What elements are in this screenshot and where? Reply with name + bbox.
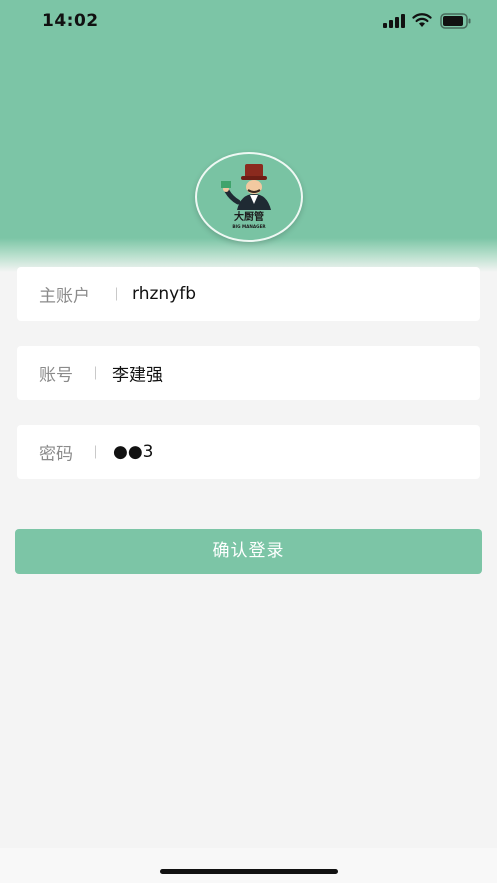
field-divider bbox=[116, 287, 117, 301]
app-logo: 大厨管 BIG MANAGER bbox=[195, 152, 303, 242]
field-divider bbox=[95, 445, 96, 459]
account-input[interactable]: 李建强 bbox=[112, 361, 163, 386]
home-indicator[interactable] bbox=[160, 869, 338, 874]
account-field[interactable]: 账号 李建强 bbox=[17, 346, 480, 400]
field-divider bbox=[95, 366, 96, 380]
main-account-field[interactable]: 主账户 rhznyfb bbox=[17, 267, 480, 321]
battery-icon bbox=[440, 13, 471, 29]
chef-logo-icon: 大厨管 BIG MANAGER bbox=[221, 164, 271, 229]
password-label: 密码 bbox=[39, 444, 73, 465]
account-label: 账号 bbox=[39, 365, 73, 386]
confirm-login-button[interactable]: 确认登录 bbox=[15, 529, 482, 574]
main-account-input[interactable]: rhznyfb bbox=[132, 284, 196, 304]
main-account-label: 主账户 bbox=[39, 286, 90, 307]
home-indicator-area bbox=[0, 848, 497, 883]
wifi-icon bbox=[412, 13, 432, 27]
status-bar: 14:02 bbox=[0, 0, 497, 44]
status-time: 14:02 bbox=[42, 11, 99, 31]
logo-english-text: BIG MANAGER bbox=[232, 224, 266, 229]
password-field[interactable]: 密码 ●●3 bbox=[17, 425, 480, 479]
logo-chinese-text: 大厨管 bbox=[234, 210, 264, 223]
password-input[interactable]: ●●3 bbox=[113, 442, 153, 462]
cellular-signal-icon bbox=[383, 14, 405, 28]
